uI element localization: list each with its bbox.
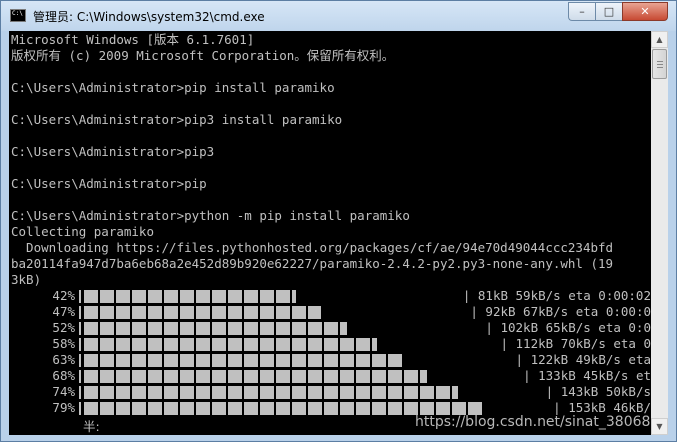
progress-bar-fill	[84, 322, 347, 335]
window-title: 管理员: C:\Windows\system32\cmd.exe	[33, 10, 265, 24]
cmd-window: C:\ 管理员: C:\Windows\system32\cmd.exe – □…	[0, 0, 677, 442]
progress-bar-start	[79, 354, 81, 367]
progress-percent: 79%	[52, 400, 75, 415]
progress-bar-start	[79, 290, 81, 303]
console-line: C:\Users\Administrator>pip	[11, 176, 207, 191]
progress-bar-start	[79, 338, 81, 351]
console-line: C:\Users\Administrator>pip install param…	[11, 80, 335, 95]
progress-stats: | 102kB 65kB/s eta 0:0	[485, 320, 651, 335]
progress-row: 63% | 122kB 49kB/s eta	[9, 352, 651, 368]
progress-row: 68% | 133kB 45kB/s et	[9, 368, 651, 384]
console-line: Collecting paramiko	[11, 224, 154, 239]
progress-bar-start	[79, 322, 81, 335]
progress-bar-start	[79, 402, 81, 415]
scroll-down-arrow-icon[interactable]: ▼	[651, 418, 668, 435]
progress-percent: 74%	[52, 384, 75, 399]
progress-row: 58% | 112kB 70kB/s eta 0	[9, 336, 651, 352]
progress-percent: 68%	[52, 368, 75, 383]
console-line: Microsoft Windows [版本 6.1.7601]	[11, 32, 255, 47]
progress-bar-fill	[84, 402, 483, 415]
minimize-button[interactable]: –	[568, 2, 595, 21]
progress-row: 47% | 92kB 67kB/s eta 0:00:0	[9, 304, 651, 320]
progress-percent: 63%	[52, 352, 75, 367]
caption-buttons: – □ ✕	[568, 2, 668, 21]
progress-bar-fill	[84, 338, 377, 351]
console-line: C:\Users\Administrator>pip3	[11, 144, 215, 159]
console-line: C:\Users\Administrator>python -m pip ins…	[11, 208, 410, 223]
maximize-button[interactable]: □	[595, 2, 622, 21]
progress-bar-start	[79, 370, 81, 383]
progress-row: 42% | 81kB 59kB/s eta 0:00:02	[9, 288, 651, 304]
close-button[interactable]: ✕	[622, 2, 668, 21]
console-line: 版权所有 (c) 2009 Microsoft Corporation。保留所有…	[11, 48, 395, 63]
progress-stats: | 81kB 59kB/s eta 0:00:02	[462, 288, 651, 303]
scroll-thumb[interactable]	[652, 49, 667, 79]
progress-bar-fill	[84, 290, 296, 303]
progress-bar-start	[79, 386, 81, 399]
ime-status: 半:	[83, 419, 100, 434]
progress-bar-fill	[84, 386, 458, 399]
progress-stats: | 112kB 70kB/s eta 0	[500, 336, 651, 351]
progress-stats: | 143kB 50kB/s	[545, 384, 651, 399]
scroll-up-arrow-icon[interactable]: ▲	[651, 31, 668, 48]
console-line: 3kB)	[11, 272, 42, 287]
progress-stats: | 153kB 46kB/	[553, 400, 651, 415]
progress-stats: | 133kB 45kB/s et	[523, 368, 651, 383]
progress-row: 79% | 153kB 46kB/	[9, 400, 651, 416]
progress-percent: 47%	[52, 304, 75, 319]
progress-bar-start	[79, 306, 81, 319]
progress-bar-fill	[84, 306, 321, 319]
progress-row: 52% | 102kB 65kB/s eta 0:0	[9, 320, 651, 336]
progress-bar-fill	[84, 354, 402, 367]
progress-stats: | 92kB 67kB/s eta 0:00:0	[470, 304, 651, 319]
progress-stats: | 122kB 49kB/s eta	[515, 352, 651, 367]
progress-percent: 58%	[52, 336, 75, 351]
console-line: C:\Users\Administrator>pip3 install para…	[11, 112, 343, 127]
cmd-console-icon[interactable]: C:\	[10, 9, 26, 22]
console-output[interactable]: 半: https://blog.csdn.net/sinat_380688 Mi…	[9, 31, 651, 435]
progress-row: 74% | 143kB 50kB/s	[9, 384, 651, 400]
title-bar[interactable]: C:\ 管理员: C:\Windows\system32\cmd.exe – □…	[1, 1, 676, 31]
vertical-scrollbar[interactable]: ▲ ▼	[651, 31, 668, 435]
progress-bar-fill	[84, 370, 427, 383]
console-line: ba20114fa947d7ba6eb68a2e452d89b920e62227…	[11, 256, 614, 271]
watermark-text: https://blog.csdn.net/sinat_380688	[415, 414, 651, 430]
console-line: Downloading https://files.pythonhosted.o…	[11, 240, 614, 255]
progress-percent: 42%	[52, 288, 75, 303]
progress-percent: 52%	[52, 320, 75, 335]
